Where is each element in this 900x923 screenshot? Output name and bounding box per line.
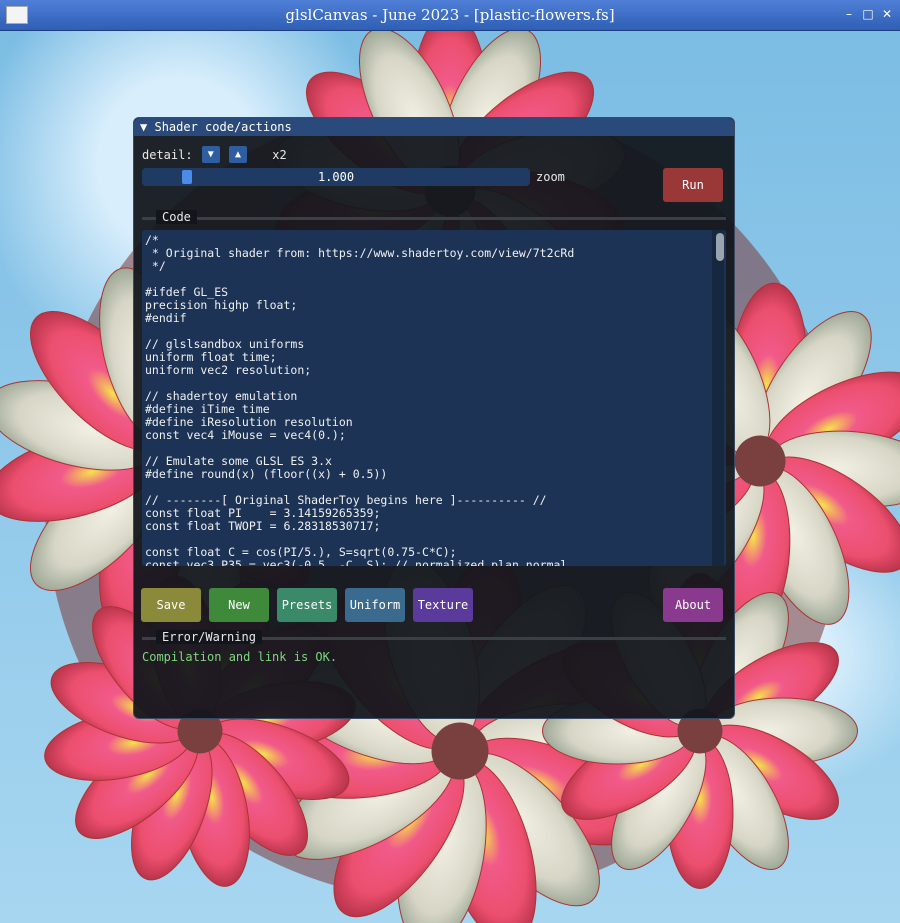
zoom-slider[interactable]: 1.000 (142, 168, 530, 186)
run-button[interactable]: Run (663, 168, 723, 202)
compile-status: Compilation and link is OK. (142, 650, 338, 664)
uniform-button[interactable]: Uniform (345, 588, 405, 622)
close-icon[interactable]: ✕ (881, 8, 893, 20)
new-button[interactable]: New (209, 588, 269, 622)
code-scrollbar[interactable] (712, 230, 724, 566)
presets-button[interactable]: Presets (277, 588, 337, 622)
error-section-label: Error/Warning (156, 630, 262, 644)
code-section-separator: Code (142, 210, 726, 224)
minimize-icon[interactable]: – (843, 8, 855, 20)
detail-down-button[interactable]: ▼ (201, 146, 220, 163)
zoom-label: zoom (536, 170, 565, 184)
window-title-bar[interactable]: glslCanvas - June 2023 - [plastic-flower… (0, 0, 900, 31)
detail-row: detail: ▼ ▲ x2 (142, 146, 287, 164)
save-button[interactable]: Save (141, 588, 201, 622)
maximize-icon[interactable]: □ (862, 8, 874, 20)
code-scrollbar-thumb[interactable] (716, 233, 724, 261)
shader-panel[interactable]: ▼ Shader code/actions detail: ▼ ▲ x2 1.0… (133, 117, 735, 719)
code-section-label: Code (156, 210, 197, 224)
about-button[interactable]: About (663, 588, 723, 622)
window-title: glslCanvas - June 2023 - [plastic-flower… (285, 6, 615, 24)
code-editor[interactable]: /* * Original shader from: https://www.s… (142, 230, 726, 566)
panel-header[interactable]: ▼ Shader code/actions (134, 118, 734, 136)
zoom-value: 1.000 (317, 170, 355, 184)
detail-label: detail: (142, 148, 193, 162)
detail-up-button[interactable]: ▲ (229, 146, 248, 163)
detail-multiplier: x2 (272, 148, 287, 162)
texture-button[interactable]: Texture (413, 588, 473, 622)
error-section-separator: Error/Warning (142, 630, 726, 644)
panel-title: Shader code/actions (154, 120, 292, 134)
collapse-arrow-icon[interactable]: ▼ (140, 120, 147, 134)
code-text[interactable]: /* * Original shader from: https://www.s… (142, 230, 726, 567)
